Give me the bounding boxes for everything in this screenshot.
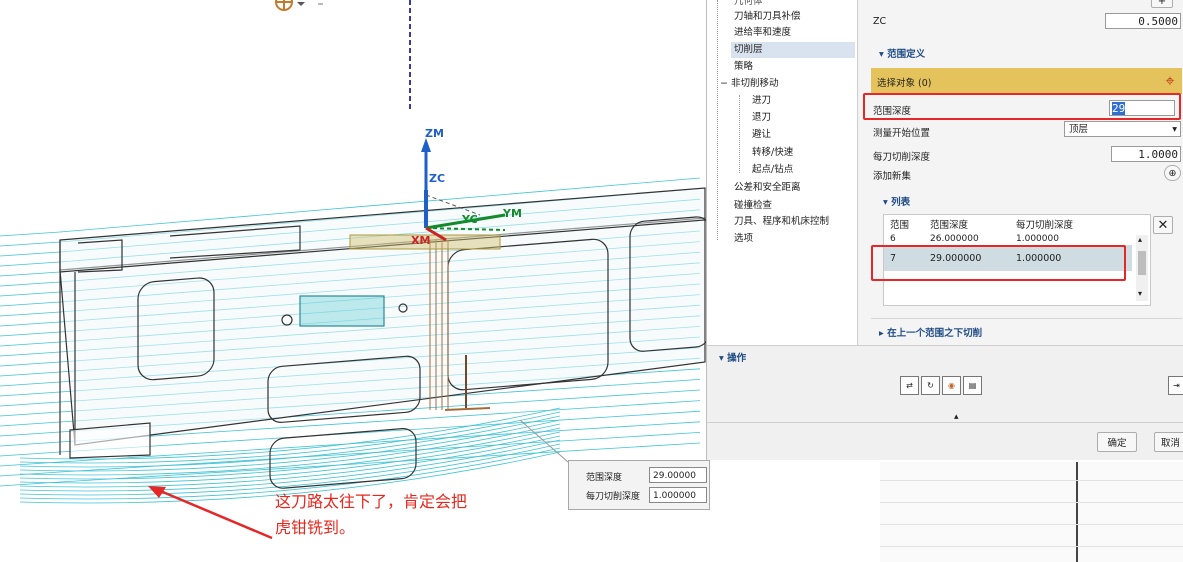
measure-start-label: 测量开始位置	[873, 128, 931, 139]
scroll-down-icon[interactable]: ▾	[1138, 289, 1142, 298]
scroll-up-icon[interactable]: ▴	[1138, 235, 1142, 244]
tree-item-options[interactable]: 选项	[731, 231, 756, 247]
tree-item-non-cutting-moves-label: 非切削移动	[730, 78, 779, 89]
table-scrollbar[interactable]: ▴ ▾	[1136, 235, 1148, 301]
plus-icon: +	[1157, 0, 1167, 7]
depth-per-cut-input[interactable]: 1.0000	[1111, 146, 1181, 162]
col-range-depth[interactable]: 范围深度	[929, 215, 1015, 233]
highlight-row-7	[871, 245, 1126, 281]
expand-icon: ▾	[719, 353, 728, 364]
tooltip-depth-per-cut-input[interactable]: 1.000000	[649, 487, 707, 503]
tree-item-transfer-rapid[interactable]: 转移/快速	[749, 145, 796, 161]
divider	[880, 502, 1183, 503]
close-icon: ✕	[1157, 217, 1169, 233]
list-icon[interactable]: ▤	[963, 376, 982, 395]
annotation-arrow	[148, 486, 273, 540]
generate-icon[interactable]: ⇄	[900, 376, 919, 395]
measure-start-value: 顶层	[1069, 124, 1089, 135]
dropdown-arrow-icon: ▾	[1172, 124, 1177, 135]
divider	[707, 345, 1183, 346]
cut-below-label: 在上一个范围之下切削	[887, 328, 983, 339]
ym-axis-label: YM	[503, 207, 522, 220]
crosshair-icon[interactable]: ⌖	[1159, 70, 1181, 92]
depth-per-cut-label: 每刀切削深度	[873, 152, 931, 163]
add-set-button[interactable]: ⊕	[1164, 165, 1181, 181]
collapse-up-icon[interactable]: ▴	[954, 412, 959, 422]
select-object-bar[interactable]: 选择对象 (0) ⌖	[871, 68, 1182, 94]
tree-item-non-cutting-moves[interactable]: − 非切削移动	[717, 76, 782, 92]
xm-axis-label: XM	[411, 234, 431, 247]
annotation-line-1: 这刀路太往下了，肯定会把	[275, 492, 468, 511]
view-orient-widget	[275, 0, 323, 11]
tooltip-range-depth-label: 范围深度	[586, 473, 623, 483]
tree-item-tolerances[interactable]: 公差和安全距离	[731, 180, 804, 196]
expand-icon: ▾	[883, 197, 892, 208]
tree-item-tool-axis[interactable]: 刀轴和刀具补偿	[731, 9, 804, 25]
measure-start-select[interactable]: 顶层 ▾	[1064, 121, 1181, 137]
ok-button[interactable]: 确定	[1097, 432, 1137, 452]
tree-item-cut-levels[interactable]: 切削层	[731, 42, 855, 58]
divider	[880, 546, 1183, 547]
tree-item-tool-program-machine[interactable]: 刀具、程序和机床控制	[731, 214, 832, 230]
wcs-axes	[409, 0, 506, 242]
zc-input[interactable]: 0.5000	[1105, 13, 1181, 29]
tree-item-strategy[interactable]: 策略	[731, 59, 756, 75]
list-header[interactable]: ▾ 列表	[883, 194, 910, 208]
divider	[880, 524, 1183, 525]
table-cell: 6	[890, 234, 896, 244]
list-header-label: 列表	[891, 197, 911, 208]
tree-item-avoidance[interactable]: 避让	[749, 127, 774, 143]
plus-circle-icon: ⊕	[1168, 167, 1177, 179]
range-definition-label: 范围定义	[887, 49, 926, 60]
tree-item-start-drill-points[interactable]: 起点/钻点	[749, 162, 796, 178]
cut-below-header[interactable]: ▸ 在上一个范围之下切削	[879, 325, 982, 339]
tree-item-engage[interactable]: 进刀	[749, 93, 774, 109]
expand-icon: ▾	[879, 49, 888, 60]
divider	[871, 318, 1182, 319]
divider	[707, 422, 1183, 423]
expand-icon: ▸	[879, 328, 888, 339]
background-table-area	[880, 462, 1183, 562]
table-cell: 26.000000	[930, 234, 979, 244]
delete-row-button[interactable]: ✕	[1153, 216, 1173, 234]
annotation-line-2: 虎钳铣到。	[275, 518, 356, 537]
actions-header[interactable]: ▾ 操作	[719, 350, 746, 364]
zm-axis-label: ZM	[425, 127, 444, 140]
parameter-group-tree: 几何体 刀轴和刀具补偿 进给率和速度 切削层 策略 − 非切削移动 进刀 退刀 …	[707, 0, 858, 345]
table-cell: 1.000000	[1016, 234, 1059, 244]
zc-axis-label: ZC	[429, 172, 446, 185]
select-object-label: 选择对象 (0)	[877, 78, 932, 89]
property-panel: + ZC 0.5000 ▾ 范围定义 选择对象 (0) ⌖ 范围深度 29 测量…	[859, 0, 1183, 345]
highlight-range-depth	[863, 93, 1181, 120]
tooltip-range-depth-input[interactable]: 29.00000	[649, 467, 707, 483]
output-icon[interactable]: ⇥	[1168, 376, 1183, 395]
col-range[interactable]: 范围	[884, 215, 929, 233]
zc-label: ZC	[873, 16, 887, 27]
yc-axis-label: YC	[462, 213, 478, 226]
col-depth-per-cut[interactable]: 每刀切削深度	[1015, 215, 1132, 233]
scroll-thumb[interactable]	[1138, 251, 1146, 275]
add-set-label: 添加新集	[873, 171, 912, 182]
divider	[880, 480, 1183, 481]
range-definition-header[interactable]: ▾ 范围定义	[879, 46, 925, 60]
actions-label: 操作	[727, 353, 747, 364]
divider	[1076, 462, 1078, 562]
specify-point-button[interactable]: +	[1151, 0, 1173, 8]
verify-icon[interactable]: ◉	[942, 376, 961, 395]
operation-dialog: 几何体 刀轴和刀具补偿 进给率和速度 切削层 策略 − 非切削移动 进刀 退刀 …	[706, 0, 1183, 460]
dynamic-input-tooltip: 范围深度 29.00000 每刀切削深度 1.000000	[568, 460, 710, 510]
cancel-button[interactable]: 取消	[1154, 432, 1183, 452]
tree-item-collision-check[interactable]: 碰撞检查	[731, 198, 775, 214]
collapse-icon[interactable]: −	[720, 78, 731, 89]
tooltip-depth-per-cut-label: 每刀切削深度	[586, 492, 641, 502]
part-body	[59, 187, 708, 489]
replay-icon[interactable]: ↻	[921, 376, 940, 395]
tree-item-retract[interactable]: 退刀	[749, 110, 774, 126]
tree-item-feeds-speeds[interactable]: 进给率和速度	[731, 25, 794, 41]
table-row[interactable]: 6 26.000000 1.000000	[884, 233, 1132, 245]
